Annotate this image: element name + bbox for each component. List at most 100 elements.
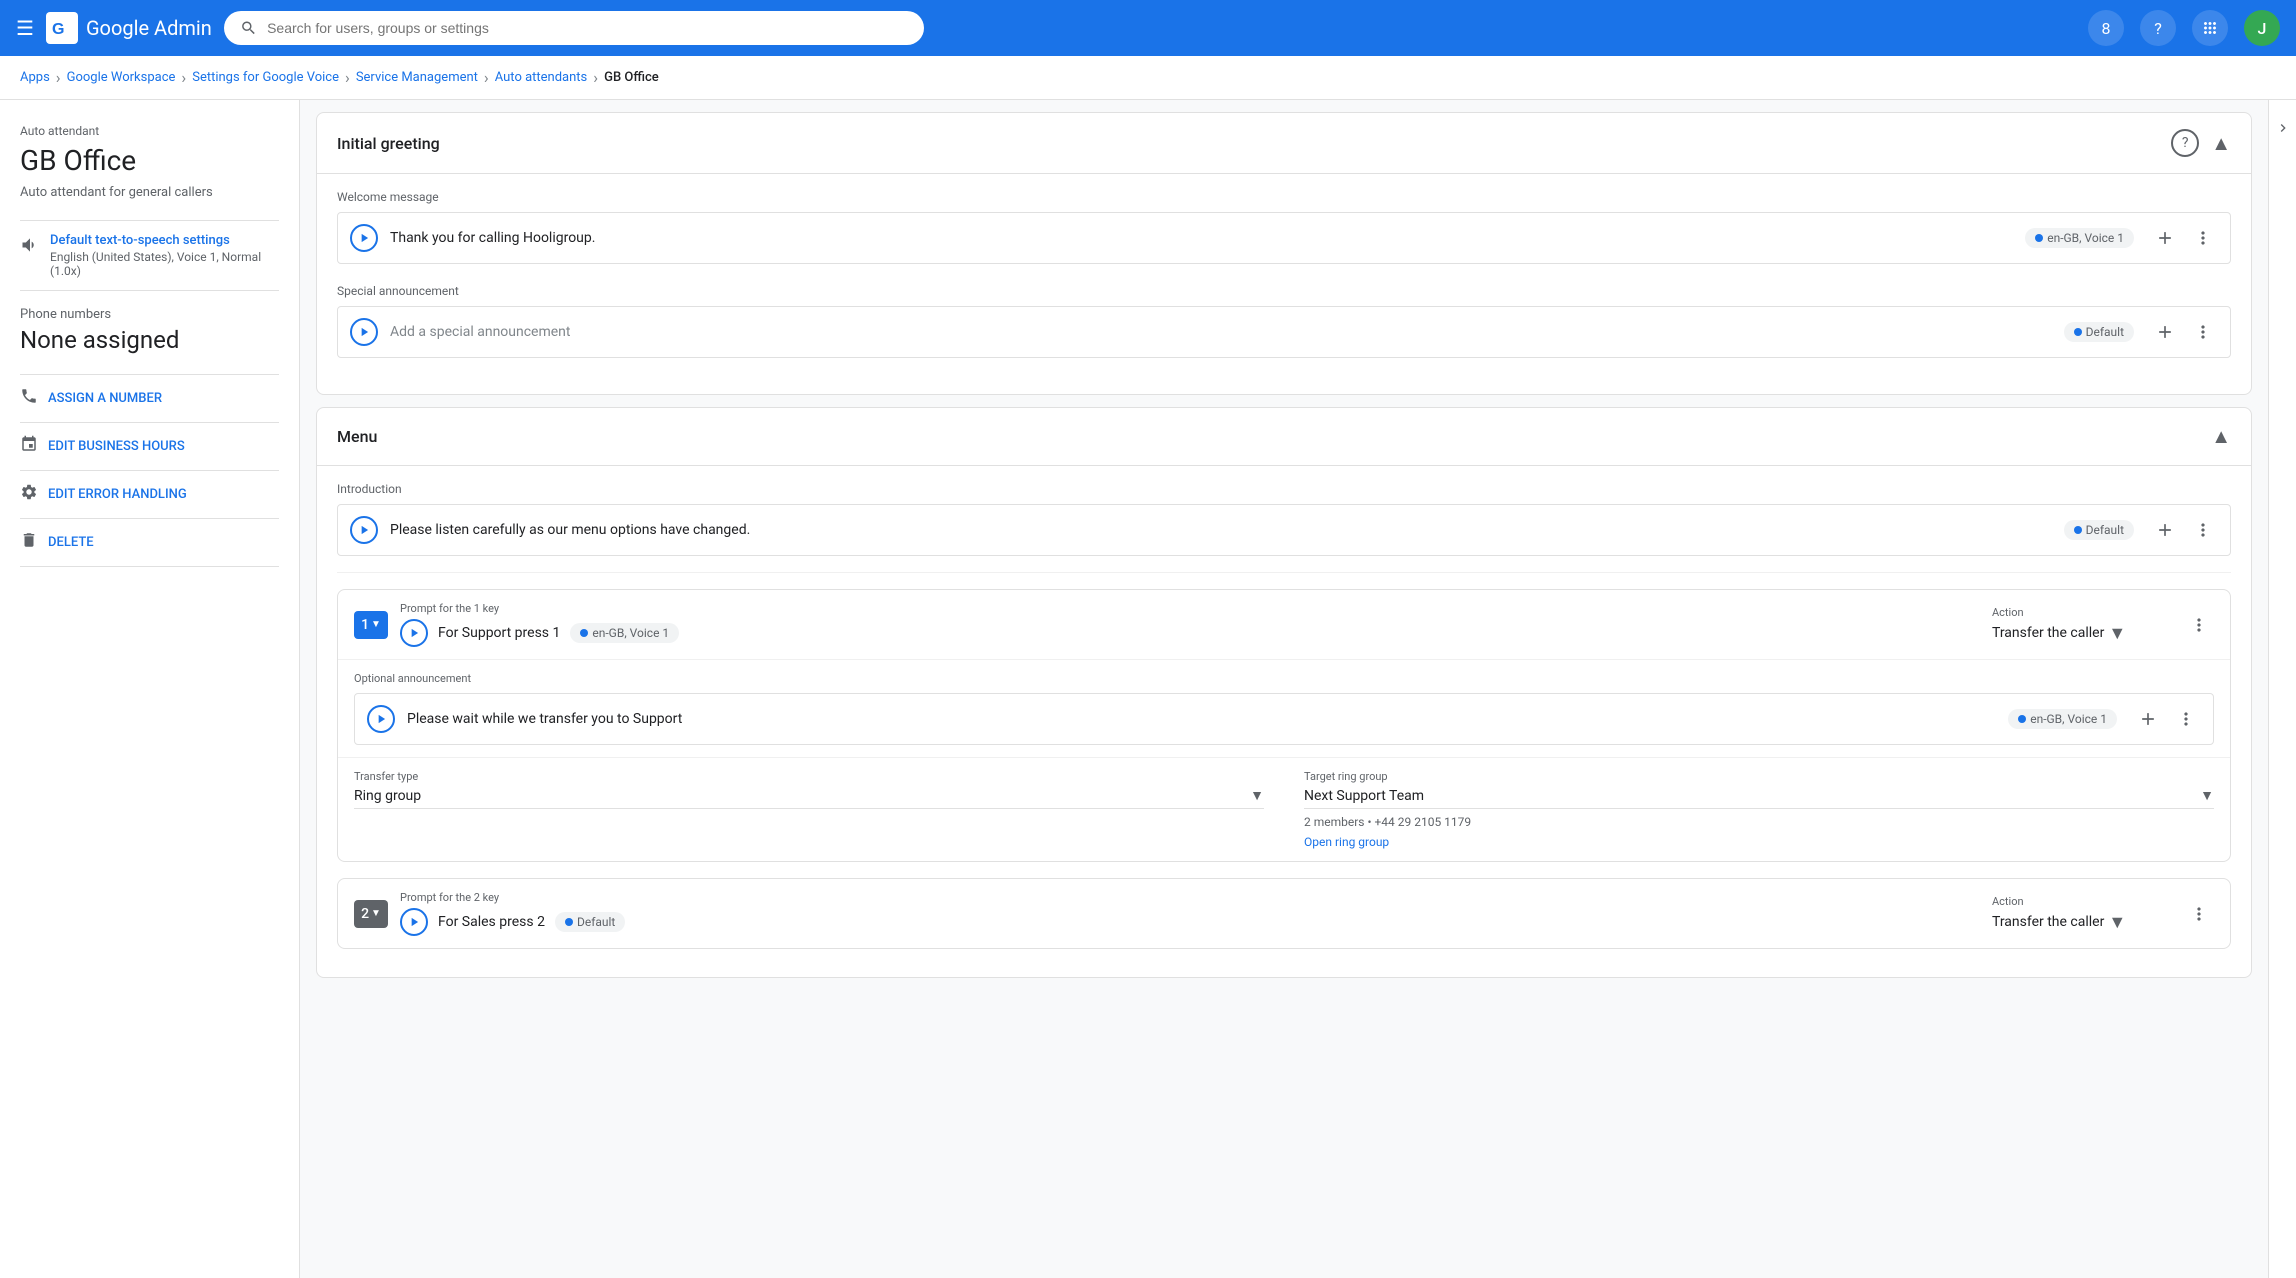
key-1-prompt: Prompt for the 1 key For Support press 1… xyxy=(400,602,1980,647)
special-voice-label: Default xyxy=(2086,325,2124,339)
help-number-button[interactable]: 8 xyxy=(2088,10,2124,46)
key-1-voice-label: en-GB, Voice 1 xyxy=(592,626,669,640)
phone-numbers-section: Phone numbers None assigned xyxy=(20,307,279,354)
welcome-add-button[interactable] xyxy=(2150,223,2180,253)
transfer-type-arrow: ▼ xyxy=(1250,787,1264,804)
key-2-action-dropdown[interactable]: Transfer the caller ▼ xyxy=(1992,912,2172,933)
google-admin-logo-icon: G xyxy=(46,12,78,44)
key-1-action-arrow: ▼ xyxy=(2108,623,2126,644)
breadcrumb-service-management[interactable]: Service Management xyxy=(356,70,478,85)
help-number-label: 8 xyxy=(2102,19,2111,38)
optional-add-button[interactable] xyxy=(2133,704,2163,734)
greeting-help-icon[interactable]: ? xyxy=(2171,129,2199,157)
assign-number-button[interactable]: ASSIGN A NUMBER xyxy=(20,374,279,422)
key-1-prompt-label: Prompt for the 1 key xyxy=(400,602,1980,615)
intro-play-button[interactable] xyxy=(350,516,378,544)
key-1-voice-badge: en-GB, Voice 1 xyxy=(570,623,679,643)
optional-text: Please wait while we transfer you to Sup… xyxy=(407,711,1996,727)
intro-voice-dot xyxy=(2074,526,2082,534)
delete-label: DELETE xyxy=(48,535,94,550)
key-1-play-button[interactable] xyxy=(400,619,428,647)
key-1-action-col: Action Transfer the caller ▼ xyxy=(1992,606,2172,644)
user-avatar[interactable]: J xyxy=(2244,10,2280,46)
optional-actions xyxy=(2133,704,2201,734)
transfer-type-field: Transfer type Ring group ▼ xyxy=(354,770,1264,849)
welcome-voice-label: en-GB, Voice 1 xyxy=(2047,231,2124,245)
key-2-header: 2 ▼ Prompt for the 2 key For Sales press… xyxy=(338,879,2230,948)
key-1-prompt-text: For Support press 1 xyxy=(438,625,560,641)
intro-row: Please listen carefully as our menu opti… xyxy=(337,504,2231,556)
intro-more-button[interactable] xyxy=(2188,515,2218,545)
key-2-play-button[interactable] xyxy=(400,908,428,936)
phone-numbers-value: None assigned xyxy=(20,326,279,354)
special-announcement-text[interactable]: Add a special announcement xyxy=(390,324,2052,340)
menu-collapse-icon[interactable]: ▲ xyxy=(2211,424,2231,449)
breadcrumb-workspace[interactable]: Google Workspace xyxy=(67,70,176,85)
tts-icon xyxy=(20,235,40,260)
optional-voice-dot xyxy=(2018,715,2026,723)
edit-error-handling-button[interactable]: EDIT ERROR HANDLING xyxy=(20,470,279,518)
svg-text:G: G xyxy=(52,21,64,38)
greeting-content: Welcome message Thank you for calling Ho… xyxy=(317,174,2251,394)
edit-error-handling-label: EDIT ERROR HANDLING xyxy=(48,487,187,502)
breadcrumb-sep-2: › xyxy=(181,68,186,87)
key-2-action-arrow: ▼ xyxy=(2108,912,2126,933)
ring-group-info: 2 members • +44 29 2105 1179 xyxy=(1304,815,2214,829)
transfer-type-value: Ring group xyxy=(354,788,1244,804)
breadcrumb-apps[interactable]: Apps xyxy=(20,70,50,85)
target-ring-group-field: Target ring group Next Support Team ▼ 2 … xyxy=(1304,770,2214,849)
sidebar-type-label: Auto attendant xyxy=(20,124,279,138)
search-input[interactable] xyxy=(267,20,908,36)
key-1-action-label: Action xyxy=(1992,606,2172,619)
key-2-voice-badge: Default xyxy=(555,912,625,932)
special-play-button[interactable] xyxy=(350,318,378,346)
key-1-more-button[interactable] xyxy=(2184,610,2214,640)
initial-greeting-section: Initial greeting ? ▲ Welcome message Tha… xyxy=(316,112,2252,395)
key-2-prompt-label: Prompt for the 2 key xyxy=(400,891,1980,904)
open-ring-group-link[interactable]: Open ring group xyxy=(1304,835,2214,849)
special-more-button[interactable] xyxy=(2188,317,2218,347)
welcome-more-button[interactable] xyxy=(2188,223,2218,253)
welcome-play-button[interactable] xyxy=(350,224,378,252)
intro-text: Please listen carefully as our menu opti… xyxy=(390,522,2052,538)
key-1-number: 1 xyxy=(361,617,369,633)
settings-icon xyxy=(20,483,38,506)
transfer-type-row[interactable]: Ring group ▼ xyxy=(354,787,1264,809)
breadcrumb: Apps › Google Workspace › Settings for G… xyxy=(0,56,2296,100)
special-add-button[interactable] xyxy=(2150,317,2180,347)
target-ring-group-arrow: ▼ xyxy=(2200,787,2214,804)
apps-grid-icon[interactable] xyxy=(2192,10,2228,46)
sidebar: Auto attendant GB Office Auto attendant … xyxy=(0,100,300,1278)
initial-greeting-title: Initial greeting xyxy=(337,134,440,153)
key-1-action-dropdown[interactable]: Transfer the caller ▼ xyxy=(1992,623,2172,644)
optional-voice-label: en-GB, Voice 1 xyxy=(2030,712,2107,726)
tts-label[interactable]: Default text-to-speech settings xyxy=(50,233,279,248)
menu-section-header: Menu ▲ xyxy=(317,408,2251,466)
menu-icon[interactable]: ☰ xyxy=(16,16,34,40)
right-panel-toggle[interactable] xyxy=(2268,100,2296,1278)
optional-more-button[interactable] xyxy=(2171,704,2201,734)
special-announcement-row: Add a special announcement Default xyxy=(337,306,2231,358)
breadcrumb-auto-attendants[interactable]: Auto attendants xyxy=(495,70,588,85)
intro-add-button[interactable] xyxy=(2150,515,2180,545)
key-2-item: 2 ▼ Prompt for the 2 key For Sales press… xyxy=(337,878,2231,949)
breadcrumb-sep-3: › xyxy=(345,68,350,87)
transfer-section: Transfer type Ring group ▼ Target ring g… xyxy=(338,757,2230,861)
delete-icon xyxy=(20,531,38,554)
target-ring-group-row[interactable]: Next Support Team ▼ xyxy=(1304,787,2214,809)
delete-button[interactable]: DELETE xyxy=(20,518,279,567)
greeting-collapse-icon[interactable]: ▲ xyxy=(2211,131,2231,156)
breadcrumb-voice-settings[interactable]: Settings for Google Voice xyxy=(192,70,339,85)
help-icon-button[interactable]: ? xyxy=(2140,10,2176,46)
key-1-badge[interactable]: 1 ▼ xyxy=(354,611,388,639)
search-bar[interactable] xyxy=(224,11,924,45)
tts-value: English (United States), Voice 1, Normal… xyxy=(50,250,279,278)
edit-business-hours-button[interactable]: EDIT BUSINESS HOURS xyxy=(20,422,279,470)
key-1-item: 1 ▼ Prompt for the 1 key For Support pre… xyxy=(337,589,2231,862)
key-2-badge[interactable]: 2 ▼ xyxy=(354,900,388,928)
optional-row: Please wait while we transfer you to Sup… xyxy=(354,693,2214,745)
special-announcement-item: Special announcement Add a special annou… xyxy=(337,284,2231,358)
optional-play-button[interactable] xyxy=(367,705,395,733)
key-2-more-button[interactable] xyxy=(2184,899,2214,929)
assign-number-label: ASSIGN A NUMBER xyxy=(48,391,162,406)
